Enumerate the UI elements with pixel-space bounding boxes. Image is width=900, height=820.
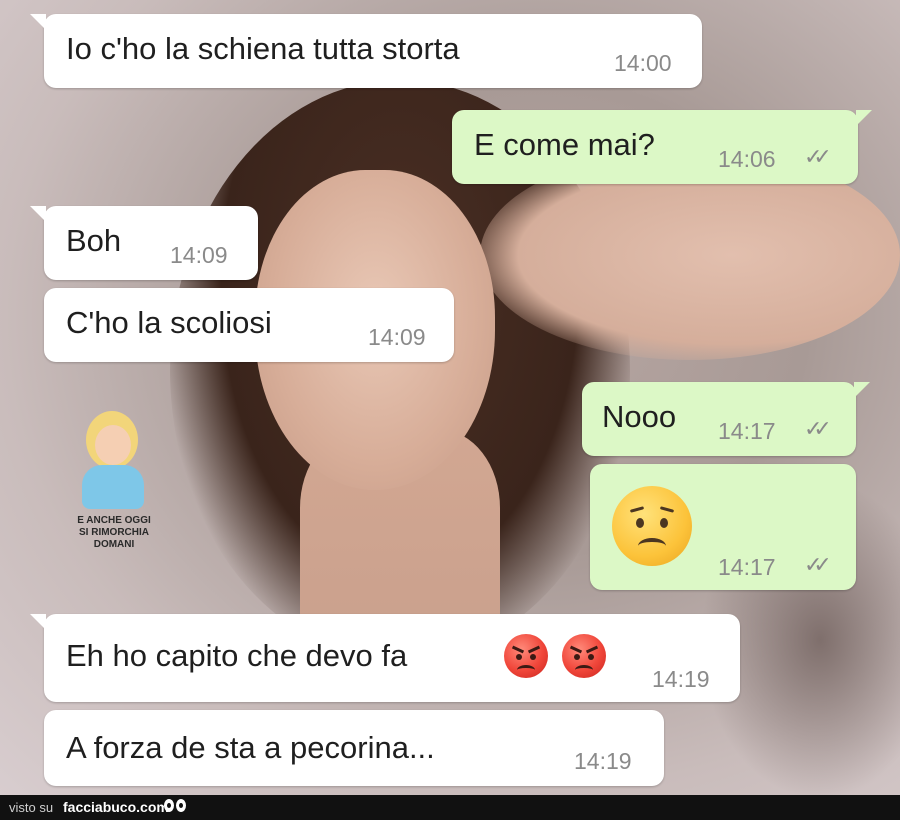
message-bubble-incoming[interactable]: A forza de sta a pecorina... 14:19 bbox=[44, 710, 664, 786]
sticker-caption-line1: E ANCHE OGGI bbox=[77, 515, 151, 526]
message-bubble-incoming[interactable]: C'ho la scoliosi 14:09 bbox=[44, 288, 454, 362]
message-text: Eh ho capito che devo fa bbox=[66, 638, 408, 673]
message-text: C'ho la scoliosi bbox=[66, 305, 272, 340]
message-bubble-outgoing[interactable]: E come mai? 14:06 ✓✓ bbox=[452, 110, 872, 184]
double-check-icon: ✓✓ bbox=[804, 552, 832, 577]
message-text: Nooo bbox=[602, 399, 677, 434]
message-text: Io c'ho la schiena tutta storta bbox=[66, 31, 460, 66]
message-text: A forza de sta a pecorina... bbox=[66, 730, 435, 765]
worried-face-emoji bbox=[612, 486, 692, 566]
message-text: Boh bbox=[66, 223, 122, 258]
footer-visto-label: visto su bbox=[9, 800, 54, 815]
message-bubble-outgoing[interactable]: Nooo 14:17 ✓✓ bbox=[582, 382, 870, 456]
eyes-icon bbox=[164, 799, 188, 815]
message-time: 14:17 bbox=[718, 418, 776, 444]
double-check-icon: ✓✓ bbox=[804, 416, 832, 441]
angry-face-emoji bbox=[562, 634, 606, 678]
message-time: 14:19 bbox=[652, 666, 710, 692]
footer-bar: visto su facciabuco.com bbox=[0, 795, 900, 820]
message-time: 14:19 bbox=[574, 748, 632, 774]
message-time: 14:06 bbox=[718, 146, 776, 172]
message-bubble-incoming[interactable]: Io c'ho la schiena tutta storta 14:00 bbox=[30, 14, 702, 88]
sticker-caption-line2: SI RIMORCHIA DOMANI bbox=[79, 527, 149, 550]
message-time: 14:09 bbox=[368, 324, 426, 350]
message-bubble-incoming[interactable]: Eh ho capito che devo fa 14:19 bbox=[30, 614, 740, 702]
message-bubble-incoming[interactable]: Boh 14:09 bbox=[30, 206, 258, 280]
double-check-icon: ✓✓ bbox=[804, 144, 832, 169]
message-bubble-outgoing[interactable]: 14:17 ✓✓ bbox=[590, 464, 856, 590]
angry-face-emoji bbox=[504, 634, 548, 678]
message-text: E come mai? bbox=[474, 127, 655, 162]
message-time: 14:17 bbox=[718, 554, 776, 580]
laughing-woman-sticker: E ANCHE OGGI SI RIMORCHIA DOMANI bbox=[58, 405, 170, 555]
message-time: 14:00 bbox=[614, 50, 672, 76]
message-time: 14:09 bbox=[170, 242, 228, 268]
footer-site-link[interactable]: facciabuco.com bbox=[63, 799, 169, 815]
